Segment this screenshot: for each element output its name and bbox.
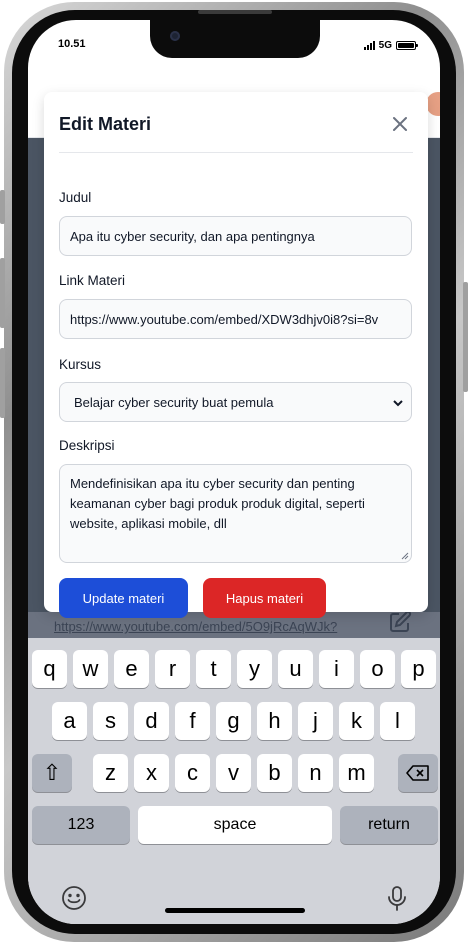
space-key[interactable]: space: [138, 806, 332, 844]
status-time: 10.51: [58, 38, 86, 50]
key-q[interactable]: q: [32, 650, 67, 688]
close-icon[interactable]: [390, 114, 410, 134]
on-screen-keyboard: q w e r t y u i o p a s d f g h j k l ⇧ …: [28, 638, 440, 924]
backspace-key[interactable]: [398, 754, 438, 792]
key-x[interactable]: x: [134, 754, 169, 792]
key-p[interactable]: p: [401, 650, 436, 688]
link-materi-input[interactable]: https://www.youtube.com/embed/XDW3dhjv0i…: [59, 299, 412, 339]
key-f[interactable]: f: [175, 702, 210, 740]
link-materi-label: Link Materi: [59, 273, 126, 288]
home-indicator[interactable]: [165, 908, 305, 913]
kursus-label: Kursus: [59, 357, 102, 372]
key-i[interactable]: i: [319, 650, 354, 688]
speaker-grille: [198, 10, 272, 14]
key-s[interactable]: s: [93, 702, 128, 740]
deskripsi-textarea[interactable]: Mendefinisikan apa itu cyber security da…: [59, 464, 412, 563]
key-g[interactable]: g: [216, 702, 251, 740]
return-key[interactable]: return: [340, 806, 438, 844]
judul-input[interactable]: Apa itu cyber security, dan apa pentingn…: [59, 216, 412, 256]
camera-icon: [170, 31, 180, 41]
modal-divider: [59, 152, 413, 153]
edit-icon[interactable]: [388, 610, 412, 634]
key-o[interactable]: o: [360, 650, 395, 688]
key-k[interactable]: k: [339, 702, 374, 740]
key-v[interactable]: v: [216, 754, 251, 792]
hapus-materi-button[interactable]: Hapus materi: [203, 578, 326, 618]
side-button-power: [463, 282, 468, 392]
update-materi-button[interactable]: Update materi: [59, 578, 188, 618]
signal-icon: [363, 41, 375, 50]
key-m[interactable]: m: [339, 754, 374, 792]
key-t[interactable]: t: [196, 650, 231, 688]
key-l[interactable]: l: [380, 702, 415, 740]
key-r[interactable]: r: [155, 650, 190, 688]
screen: 10.51 5G https://www.youtube.com/embed/5…: [28, 20, 440, 924]
numbers-key[interactable]: 123: [32, 806, 130, 844]
key-d[interactable]: d: [134, 702, 169, 740]
deskripsi-label: Deskripsi: [59, 438, 115, 453]
backspace-icon: [406, 765, 429, 781]
status-indicators: 5G: [363, 40, 418, 51]
key-w[interactable]: w: [73, 650, 108, 688]
key-y[interactable]: y: [237, 650, 272, 688]
side-button-mute: [0, 190, 5, 224]
emoji-icon[interactable]: [60, 884, 88, 912]
modal-title: Edit Materi: [59, 114, 152, 134]
network-label: 5G: [378, 40, 392, 51]
key-a[interactable]: a: [52, 702, 87, 740]
key-u[interactable]: u: [278, 650, 313, 688]
battery-icon: [396, 41, 418, 50]
key-n[interactable]: n: [298, 754, 333, 792]
judul-label: Judul: [59, 190, 92, 205]
key-h[interactable]: h: [257, 702, 292, 740]
key-e[interactable]: e: [114, 650, 149, 688]
background-link[interactable]: https://www.youtube.com/embed/5O9jRcAqWJ…: [54, 619, 337, 634]
kursus-selected-value: Belajar cyber security buat pemula: [74, 394, 274, 410]
notch: [150, 20, 320, 58]
kursus-select[interactable]: Belajar cyber security buat pemula: [59, 382, 412, 422]
microphone-icon[interactable]: [383, 884, 411, 912]
chevron-down-icon: [393, 400, 403, 407]
side-button-volume-up: [0, 258, 5, 328]
edit-materi-modal: Edit Materi Judul Apa itu cyber security…: [44, 92, 428, 618]
key-z[interactable]: z: [93, 754, 128, 792]
deskripsi-text: Mendefinisikan apa itu cyber security da…: [70, 476, 365, 531]
key-j[interactable]: j: [298, 702, 333, 740]
key-b[interactable]: b: [257, 754, 292, 792]
side-button-volume-down: [0, 348, 5, 418]
shift-key[interactable]: ⇧: [32, 754, 72, 792]
key-c[interactable]: c: [175, 754, 210, 792]
resize-handle-icon[interactable]: [401, 552, 409, 560]
